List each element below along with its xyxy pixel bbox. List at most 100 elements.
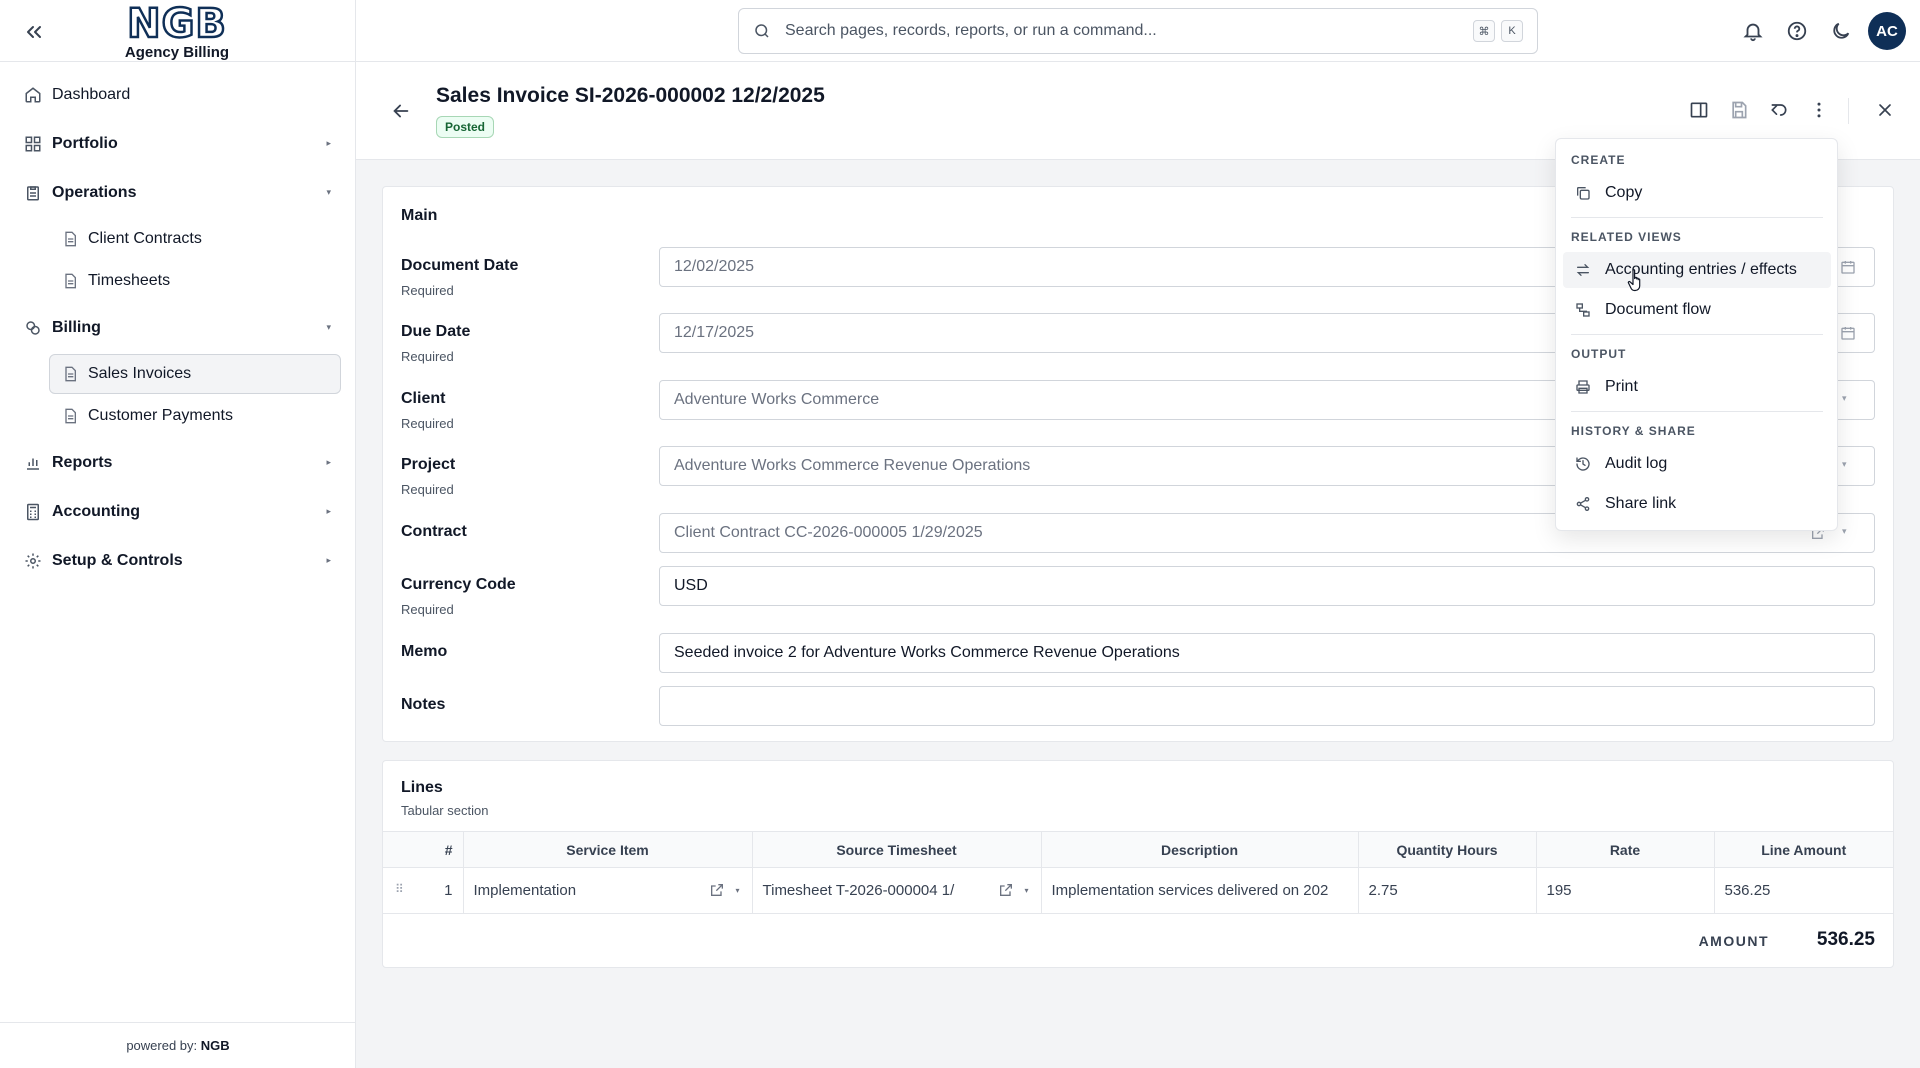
sidebar-item-accounting[interactable]: Accounting ▸ — [0, 487, 355, 536]
drag-handle-icon[interactable]: ⠿ — [395, 882, 404, 896]
document-icon — [62, 408, 78, 424]
sidebar-item-dashboard[interactable]: Dashboard — [0, 70, 355, 119]
grid-icon — [24, 135, 42, 153]
sidebar-item-portfolio[interactable]: Portfolio ▸ — [0, 119, 355, 168]
sidebar-header: NGB Agency Billing — [0, 0, 355, 62]
sidebar-item-setup-controls[interactable]: Setup & Controls ▸ — [0, 536, 355, 585]
save-icon[interactable] — [1729, 100, 1751, 122]
menu-item-label: Audit log — [1605, 455, 1668, 472]
sidebar-item-operations[interactable]: Operations ▾ — [0, 168, 355, 217]
menu-item-print[interactable]: Print — [1563, 369, 1831, 405]
chevron-down-icon: ▾ — [1842, 459, 1847, 469]
column-header-number: # — [383, 831, 463, 868]
column-header-source-timesheet: Source Timesheet — [751, 831, 1041, 868]
close-icon[interactable] — [1875, 100, 1897, 122]
cell-actions: ▾ — [998, 882, 1029, 898]
sidebar-item-label: Sales Invoices — [88, 365, 192, 382]
history-icon — [1575, 456, 1591, 472]
client-label: Client — [401, 390, 446, 407]
source-timesheet-cell[interactable]: Timesheet T-2026-000004 1/ ▾ — [751, 867, 1041, 914]
sidebar-item-label: Portfolio — [52, 134, 118, 152]
flow-icon — [1575, 302, 1591, 318]
due-date-value: 12/17/2025 — [674, 324, 755, 341]
calendar-icon[interactable] — [1840, 259, 1856, 275]
powered-by-prefix: powered by: — [126, 1038, 198, 1053]
hand-pointer-cursor-icon — [1627, 268, 1645, 292]
open-link-icon[interactable] — [709, 882, 725, 898]
section-subtitle: Tabular section — [401, 803, 489, 818]
menu-item-share-link[interactable]: Share link — [1563, 486, 1831, 522]
memo-field[interactable]: Seeded invoice 2 for Adventure Works Com… — [659, 633, 1875, 673]
notes-field[interactable] — [659, 686, 1875, 726]
avatar[interactable]: AC — [1868, 12, 1906, 50]
rate-value: 195 — [1546, 882, 1572, 899]
caret-right-icon: ▸ — [326, 506, 331, 516]
bell-icon[interactable] — [1742, 20, 1764, 42]
menu-item-audit-log[interactable]: Audit log — [1563, 446, 1831, 482]
description-cell[interactable]: Implementation services delivered on 202 — [1040, 867, 1358, 914]
row-number-cell: ⠿ 1 — [383, 867, 463, 914]
undo-icon[interactable] — [1769, 100, 1791, 122]
column-header-service-item: Service Item — [462, 831, 752, 868]
lines-table: # Service Item Source Timesheet Descript… — [383, 831, 1893, 914]
rate-cell[interactable]: 195 — [1535, 867, 1714, 914]
more-vertical-icon[interactable] — [1809, 100, 1831, 122]
calculator-icon — [24, 503, 42, 521]
search-input[interactable] — [785, 22, 1467, 40]
copy-icon — [1575, 185, 1591, 201]
menu-item-label: Share link — [1605, 495, 1677, 512]
menu-item-document-flow[interactable]: Document flow — [1563, 292, 1831, 328]
memo-label: Memo — [401, 643, 448, 660]
gear-icon — [24, 552, 42, 570]
help-icon[interactable] — [1786, 20, 1808, 42]
chevron-down-icon[interactable]: ▾ — [1024, 886, 1028, 895]
collapse-sidebar-icon[interactable] — [22, 20, 46, 44]
calendar-icon[interactable] — [1840, 325, 1856, 341]
document-icon — [62, 366, 78, 382]
sidebar-item-label: Billing — [52, 318, 101, 336]
currency-code-field[interactable]: USD — [659, 566, 1875, 606]
quantity-hours-cell[interactable]: 2.75 — [1357, 867, 1536, 914]
required-hint: Required — [401, 416, 454, 431]
menu-item-copy[interactable]: Copy — [1563, 175, 1831, 211]
source-timesheet-value: Timesheet T-2026-000004 1/ — [762, 882, 955, 899]
section-title-lines: Lines — [401, 779, 443, 796]
arrows-swap-icon — [1575, 262, 1591, 278]
bar-chart-icon — [24, 454, 42, 472]
sidebar-item-client-contracts[interactable]: Client Contracts — [49, 219, 341, 259]
sidebar-item-reports[interactable]: Reports ▸ — [0, 438, 355, 487]
command-search[interactable]: ⌘ K — [738, 8, 1538, 54]
moon-icon[interactable] — [1830, 20, 1852, 42]
line-amount-value: 536.25 — [1724, 882, 1771, 899]
split-view-icon[interactable] — [1689, 100, 1711, 122]
chevron-down-icon[interactable]: ▾ — [735, 886, 739, 895]
sidebar-item-label: Dashboard — [52, 85, 131, 103]
app-subtitle: Agency Billing — [124, 44, 230, 61]
menu-item-label: Document flow — [1605, 301, 1711, 318]
page-title: Sales Invoice SI-2026-000002 12/2/2025 — [436, 84, 825, 107]
menu-item-accounting-entries[interactable]: Accounting entries / effects — [1563, 252, 1831, 288]
menu-divider — [1571, 411, 1823, 412]
memo-value: Seeded invoice 2 for Adventure Works Com… — [674, 644, 1180, 661]
menu-section-create: CREATE — [1571, 153, 1626, 167]
open-link-icon[interactable] — [998, 882, 1014, 898]
document-date-value: 12/02/2025 — [674, 258, 755, 275]
contract-value: Client Contract CC-2026-000005 1/29/2025 — [674, 524, 983, 541]
sidebar-item-label: Timesheets — [88, 272, 171, 289]
required-hint: Required — [401, 482, 454, 497]
lines-section: Lines Tabular section # Service Item Sou… — [382, 760, 1894, 968]
sidebar-item-billing[interactable]: Billing ▾ — [0, 303, 355, 352]
sidebar-item-label: Accounting — [52, 502, 140, 520]
menu-section-output: OUTPUT — [1571, 347, 1627, 361]
sidebar-item-sales-invoices[interactable]: Sales Invoices — [49, 354, 341, 394]
service-item-cell[interactable]: Implementation ▾ — [462, 867, 752, 914]
table-row[interactable]: ⠿ 1 Implementation ▾ Timesheet T-2026-00… — [383, 867, 1893, 914]
contract-label: Contract — [401, 523, 467, 540]
app-logo[interactable]: NGB Agency Billing — [108, 1, 246, 61]
description-value: Implementation services delivered on 202 — [1051, 882, 1329, 899]
back-arrow-icon[interactable] — [390, 100, 412, 122]
logo-mark: NGB — [126, 1, 227, 47]
sidebar-item-customer-payments[interactable]: Customer Payments — [49, 396, 341, 436]
sidebar-item-timesheets[interactable]: Timesheets — [49, 261, 341, 301]
home-icon — [24, 86, 42, 104]
